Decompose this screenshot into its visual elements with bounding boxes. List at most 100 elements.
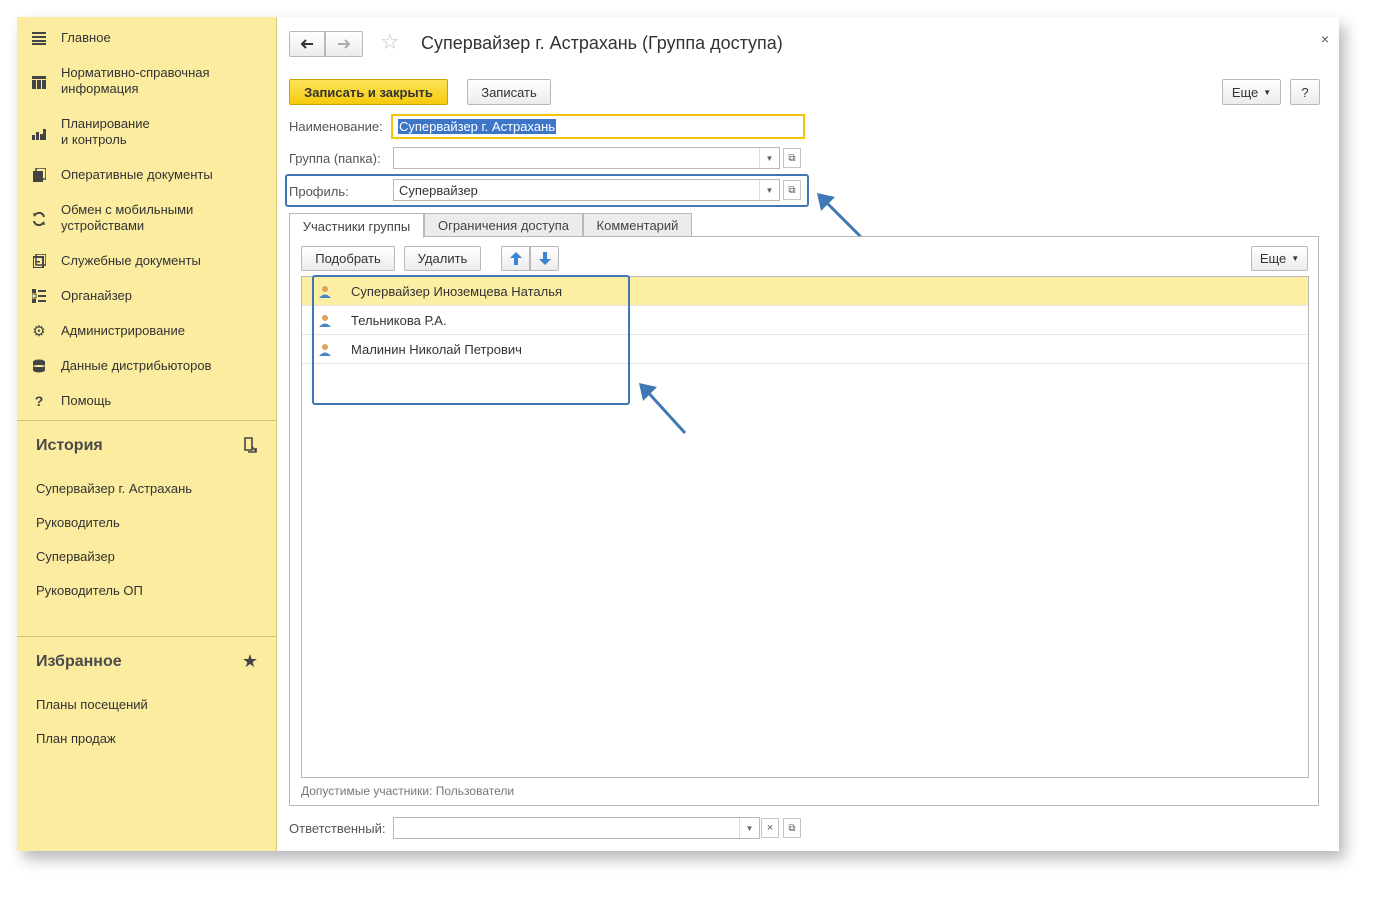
sidebar-item-distributors[interactable]: Данные дистрибьюторов (17, 357, 275, 375)
profile-value: Супервайзер (399, 183, 478, 198)
database-icon (31, 358, 47, 374)
group-input[interactable]: ▼ (393, 147, 780, 169)
delete-button[interactable]: Удалить (404, 246, 481, 271)
responsible-label: Ответственный: (289, 821, 386, 836)
arrow-down-icon (538, 252, 551, 265)
sidebar-item-label: Служебные документы (61, 253, 201, 268)
service-docs-icon (31, 253, 47, 269)
arrow-right-icon (338, 39, 351, 49)
name-label: Наименование: (289, 119, 383, 134)
history-open-icon[interactable] (242, 437, 258, 458)
move-up-button[interactable] (501, 246, 530, 271)
member-name: Тельникова Р.А. (351, 312, 447, 328)
menu-icon (31, 30, 47, 46)
profile-label: Профиль: (289, 184, 349, 199)
chevron-down-icon[interactable]: ▼ (759, 180, 779, 200)
user-icon (319, 344, 331, 356)
more-button[interactable]: Еще ▼ (1222, 79, 1281, 105)
gear-icon: ⚙ (32, 322, 46, 340)
save-button[interactable]: Записать (467, 79, 551, 105)
help-button[interactable]: ? (1290, 79, 1320, 105)
sidebar-item-label: Данные дистрибьюторов (61, 358, 212, 373)
organizer-icon (31, 288, 47, 304)
members-panel: Подобрать Удалить Еще ▼ Супервайзер Иноз… (289, 236, 1319, 806)
sidebar-item-service-docs[interactable]: Служебные документы (17, 252, 275, 270)
group-label: Группа (папка): (289, 151, 381, 166)
chevron-down-icon[interactable]: ▼ (759, 148, 779, 168)
chevron-down-icon[interactable]: ▼ (739, 818, 759, 838)
member-name: Супервайзер Иноземцева Наталья (351, 283, 563, 299)
form-area: ☆ Супервайзер г. Астрахань (Группа досту… (277, 17, 1339, 851)
more-label: Еще (1231, 84, 1259, 100)
favorite-item[interactable]: Планы посещений (36, 697, 148, 712)
pick-button[interactable]: Подобрать (301, 246, 395, 271)
panel-more-button[interactable]: Еще ▼ (1251, 246, 1308, 271)
favorites-title: Избранное (36, 653, 122, 670)
history-item[interactable]: Руководитель (36, 515, 120, 530)
history-item[interactable]: Руководитель ОП (36, 583, 143, 598)
allowed-members-note: Допустимые участники: Пользователи (301, 784, 515, 798)
sidebar: Главное Нормативно-справочная информация… (17, 17, 277, 851)
tab-access-restrictions[interactable]: Ограничения доступа (424, 213, 583, 237)
open-responsible-button[interactable]: ⧉ (783, 818, 801, 838)
sidebar-item-organizer[interactable]: Органайзер (17, 287, 275, 305)
help-icon: ? (34, 393, 44, 409)
member-name: Малинин Николай Петрович (351, 341, 522, 357)
sidebar-item-label: Нормативно-справочная информация (61, 65, 210, 96)
sidebar-item-label: Главное (61, 30, 111, 45)
sidebar-item-label: Оперативные документы (61, 167, 213, 182)
sidebar-item-planning[interactable]: Планирование и контроль (17, 116, 275, 150)
clear-responsible-button[interactable]: × (761, 818, 779, 838)
user-icon (319, 315, 331, 327)
sidebar-item-label: Обмен с мобильными устройствами (61, 202, 194, 233)
sidebar-item-mobile-exchange[interactable]: Обмен с мобильными устройствами (17, 202, 275, 236)
table-row[interactable]: Супервайзер Иноземцева Наталья (302, 277, 1308, 306)
catalog-icon (31, 74, 47, 90)
tab-comment[interactable]: Комментарий (583, 213, 692, 237)
favorite-star-icon[interactable]: ☆ (380, 29, 400, 55)
star-icon[interactable]: ★ (242, 651, 258, 672)
arrow-up-icon (509, 252, 522, 265)
sidebar-item-label: Администрирование (61, 323, 185, 338)
user-icon (319, 286, 331, 298)
table-row[interactable]: Тельникова Р.А. (302, 306, 1308, 335)
divider (17, 636, 276, 637)
forward-button[interactable] (325, 31, 363, 57)
sidebar-item-help[interactable]: ? Помощь (17, 392, 275, 410)
app-window: Главное Нормативно-справочная информация… (17, 17, 1339, 851)
divider (17, 420, 276, 421)
history-item[interactable]: Супервайзер г. Астрахань (36, 481, 192, 496)
tab-members[interactable]: Участники группы (289, 213, 424, 238)
sync-icon (31, 211, 47, 227)
open-profile-button[interactable]: ⧉ (783, 180, 801, 200)
sidebar-item-label: Планирование и контроль (61, 116, 150, 147)
chevron-down-icon: ▼ (1291, 254, 1300, 263)
open-group-button[interactable]: ⧉ (783, 148, 801, 168)
close-button[interactable]: × (1321, 31, 1329, 47)
save-and-close-button[interactable]: Записать и закрыть (289, 79, 448, 105)
chart-icon (31, 125, 47, 141)
sidebar-item-operative-docs[interactable]: Оперативные документы (17, 166, 275, 184)
history-item[interactable]: Супервайзер (36, 549, 115, 564)
back-button[interactable] (289, 31, 325, 57)
documents-icon (31, 167, 47, 183)
sidebar-item-label: Помощь (61, 393, 112, 408)
members-table: Супервайзер Иноземцева Наталья Тельников… (301, 276, 1309, 778)
sidebar-item-administration[interactable]: ⚙ Администрирование (17, 322, 275, 340)
annotation-arrow-icon (639, 383, 687, 435)
history-title: История (36, 437, 103, 454)
table-row[interactable]: Малинин Николай Петрович (302, 335, 1308, 364)
chevron-down-icon: ▼ (1263, 87, 1272, 97)
move-down-button[interactable] (530, 246, 559, 271)
name-value: Супервайзер г. Астрахань (398, 119, 557, 134)
profile-input[interactable]: Супервайзер ▼ (393, 179, 780, 201)
name-input[interactable]: Супервайзер г. Астрахань (391, 114, 805, 139)
arrow-left-icon (300, 39, 313, 49)
favorite-item[interactable]: План продаж (36, 731, 116, 746)
sidebar-item-main[interactable]: Главное (17, 29, 275, 47)
more-label: Еще (1259, 251, 1287, 266)
sidebar-item-reference[interactable]: Нормативно-справочная информация (17, 65, 275, 99)
responsible-input[interactable]: ▼ (393, 817, 760, 839)
page-title: Супервайзер г. Астрахань (Группа доступа… (421, 33, 783, 53)
sidebar-item-label: Органайзер (61, 288, 132, 303)
